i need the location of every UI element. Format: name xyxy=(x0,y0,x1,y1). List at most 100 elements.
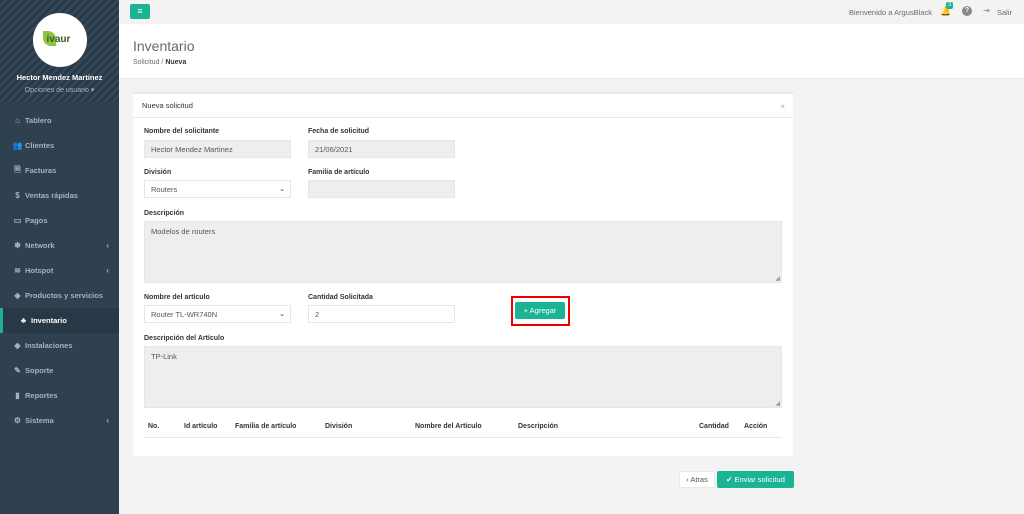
sidebar-item-facturas[interactable]: 🗎 Facturas xyxy=(0,158,119,183)
column-header: División xyxy=(325,423,353,430)
descripcion-label: Descripción xyxy=(144,210,185,217)
breadcrumb-parent[interactable]: Solicitud xyxy=(133,59,159,66)
desc-articulo-value: TP-Link xyxy=(151,352,177,361)
request-panel: Nueva solicitud × Nombre del solicitante… xyxy=(133,92,793,456)
sidebar-item-label: Soporte xyxy=(25,366,54,375)
breadcrumb-current: Nueva xyxy=(165,59,187,66)
sidebar-item-label: Inventario xyxy=(31,316,67,325)
bar-chart-icon: ▮ xyxy=(15,391,20,400)
sidebar-item-tablero[interactable]: ⌂ Tablero xyxy=(0,108,119,133)
sidebar-item-instalaciones[interactable]: ◆ Instalaciones xyxy=(0,333,119,358)
sidebar-item-clientes[interactable]: 👥 Clientes xyxy=(0,133,119,158)
sidebar-item-productos[interactable]: ◈ Productos y servicios xyxy=(0,283,119,308)
sign-out-icon[interactable]: ⇥ xyxy=(983,6,990,15)
diamond-icon: ◆ xyxy=(14,341,21,350)
sidebar-item-reportes[interactable]: ▮ Reportes xyxy=(0,383,119,408)
sidebar-nav: ⌂ Tablero 👥 Clientes 🗎 Facturas $ Ventas ráp… xyxy=(0,108,119,433)
profile-area: ivaur Hector Mendez Martinez Opciones de… xyxy=(0,0,119,102)
cantidad-input[interactable]: 2 xyxy=(308,305,455,323)
familia-field[interactable] xyxy=(308,180,455,198)
descripcion-textarea[interactable]: Modelos de routers ◢ xyxy=(144,221,782,283)
chevron-down-icon: ⌄ xyxy=(279,186,285,193)
chevron-down-icon: ⌄ xyxy=(279,311,285,318)
wrench-icon: ✎ xyxy=(14,366,21,375)
sidebar-item-label: Ventas rápidas xyxy=(25,191,78,200)
welcome-text: Bienvenido a ArgusBlack xyxy=(849,8,932,17)
hamburger-icon: ≡ xyxy=(137,6,143,16)
familia-label: Familia de artículo xyxy=(308,169,370,176)
sidebar-item-label: Pagos xyxy=(25,216,48,225)
chevron-left-icon: ‹ xyxy=(106,416,109,425)
sidebar-item-label: Instalaciones xyxy=(25,341,73,350)
breadcrumb: Solicitud / Nueva xyxy=(133,59,186,66)
division-label: División xyxy=(144,169,172,176)
add-item-button[interactable]: + Agregar xyxy=(515,302,565,319)
desc-articulo-textarea[interactable]: TP-Link ◢ xyxy=(144,346,782,408)
wifi-icon: ≋ xyxy=(14,266,21,275)
cantidad-label: Cantidad Solicitada xyxy=(308,294,373,301)
users-icon: 👥 xyxy=(12,141,23,150)
tag-icon: ◈ xyxy=(14,291,21,300)
send-request-button[interactable]: ✔ Enviar solicitud xyxy=(717,471,794,488)
sidebar-item-hotspot[interactable]: ≋ Hotspot ‹ xyxy=(0,258,119,283)
resize-handle-icon[interactable]: ◢ xyxy=(775,275,780,282)
breadcrumb-separator: / xyxy=(161,59,164,66)
articulo-value: Router TL-WR740N xyxy=(151,310,218,319)
chevron-left-icon: ‹ xyxy=(106,241,109,250)
dashboard-icon: ⌂ xyxy=(15,116,20,125)
page-title: Inventario xyxy=(133,38,195,54)
articulo-select[interactable]: Router TL-WR740N ⌄ xyxy=(144,305,291,323)
back-button[interactable]: ‹ Atras xyxy=(679,471,715,488)
user-name: Hector Mendez Martinez xyxy=(16,73,103,82)
column-header: Familia de artículo xyxy=(235,423,297,430)
descripcion-value: Modelos de routers xyxy=(151,227,216,236)
chevron-left-icon: ‹ xyxy=(106,266,109,275)
column-header: Nombre del Artículo xyxy=(415,423,482,430)
top-navbar: ≡ Bienvenido a ArgusBlack 🔔 3 ? ⇥ Salir xyxy=(119,0,1024,24)
menu-toggle-button[interactable]: ≡ xyxy=(130,4,150,19)
brand-logo: ivaur xyxy=(32,13,87,67)
resize-handle-icon[interactable]: ◢ xyxy=(775,400,780,407)
page-heading: Inventario Solicitud / Nueva xyxy=(119,24,1024,79)
division-value: Routers xyxy=(151,185,178,194)
column-header: Cantidad xyxy=(699,423,729,430)
user-options-label: Opciones de usuario xyxy=(24,87,89,94)
sidebar-item-label: Sistema xyxy=(25,416,54,425)
sidebar-item-label: Clientes xyxy=(25,141,55,150)
user-options-menu[interactable]: Opciones de usuario ▾ xyxy=(0,86,119,94)
column-header: Descripción xyxy=(518,423,559,430)
column-header: No. xyxy=(148,423,160,430)
cubes-icon: ♣ xyxy=(20,316,27,325)
caret-down-icon: ▾ xyxy=(90,87,95,94)
sidebar-item-soporte[interactable]: ✎ Soporte xyxy=(0,358,119,383)
sidebar-item-network[interactable]: ✱ Network ‹ xyxy=(0,233,119,258)
file-icon: 🗎 xyxy=(14,164,21,174)
dollar-icon: $ xyxy=(15,191,20,200)
division-select[interactable]: Routers ⌄ xyxy=(144,180,291,198)
money-icon: ▭ xyxy=(13,216,22,225)
fecha-field[interactable]: 21/06/2021 xyxy=(308,140,455,158)
sidebar-item-label: Productos y servicios xyxy=(25,291,103,300)
notification-badge: 3 xyxy=(946,2,954,9)
desc-articulo-label: Descripción del Artículo xyxy=(144,335,225,342)
sidebar-item-inventario[interactable]: ♣ Inventario xyxy=(0,308,119,333)
gears-icon: ⚙ xyxy=(13,416,22,425)
sidebar-item-sistema[interactable]: ⚙ Sistema ‹ xyxy=(0,408,119,433)
sidebar-item-label: Network xyxy=(25,241,55,250)
close-icon[interactable]: × xyxy=(780,102,785,111)
help-icon[interactable]: ? xyxy=(962,6,972,16)
solicitante-label: Nombre del solicitante xyxy=(144,128,220,135)
sidebar-item-label: Hotspot xyxy=(25,266,54,275)
fecha-label: Fecha de solicitud xyxy=(308,128,370,135)
sidebar-item-label: Tablero xyxy=(25,116,52,125)
sidebar-item-ventas-rapidas[interactable]: $ Ventas rápidas xyxy=(0,183,119,208)
sidebar-item-pagos[interactable]: ▭ Pagos xyxy=(0,208,119,233)
sidebar-item-label: Facturas xyxy=(25,166,57,175)
network-icon: ✱ xyxy=(14,241,21,250)
solicitante-field[interactable]: Hector Mendez Martinez xyxy=(144,140,291,158)
column-header: Id artículo xyxy=(184,423,218,430)
panel-title: Nueva solicitud xyxy=(133,94,793,118)
logout-link[interactable]: Salir xyxy=(997,8,1012,17)
sidebar: ivaur Hector Mendez Martinez Opciones de… xyxy=(0,0,119,514)
logo-text: ivaur xyxy=(46,34,71,45)
